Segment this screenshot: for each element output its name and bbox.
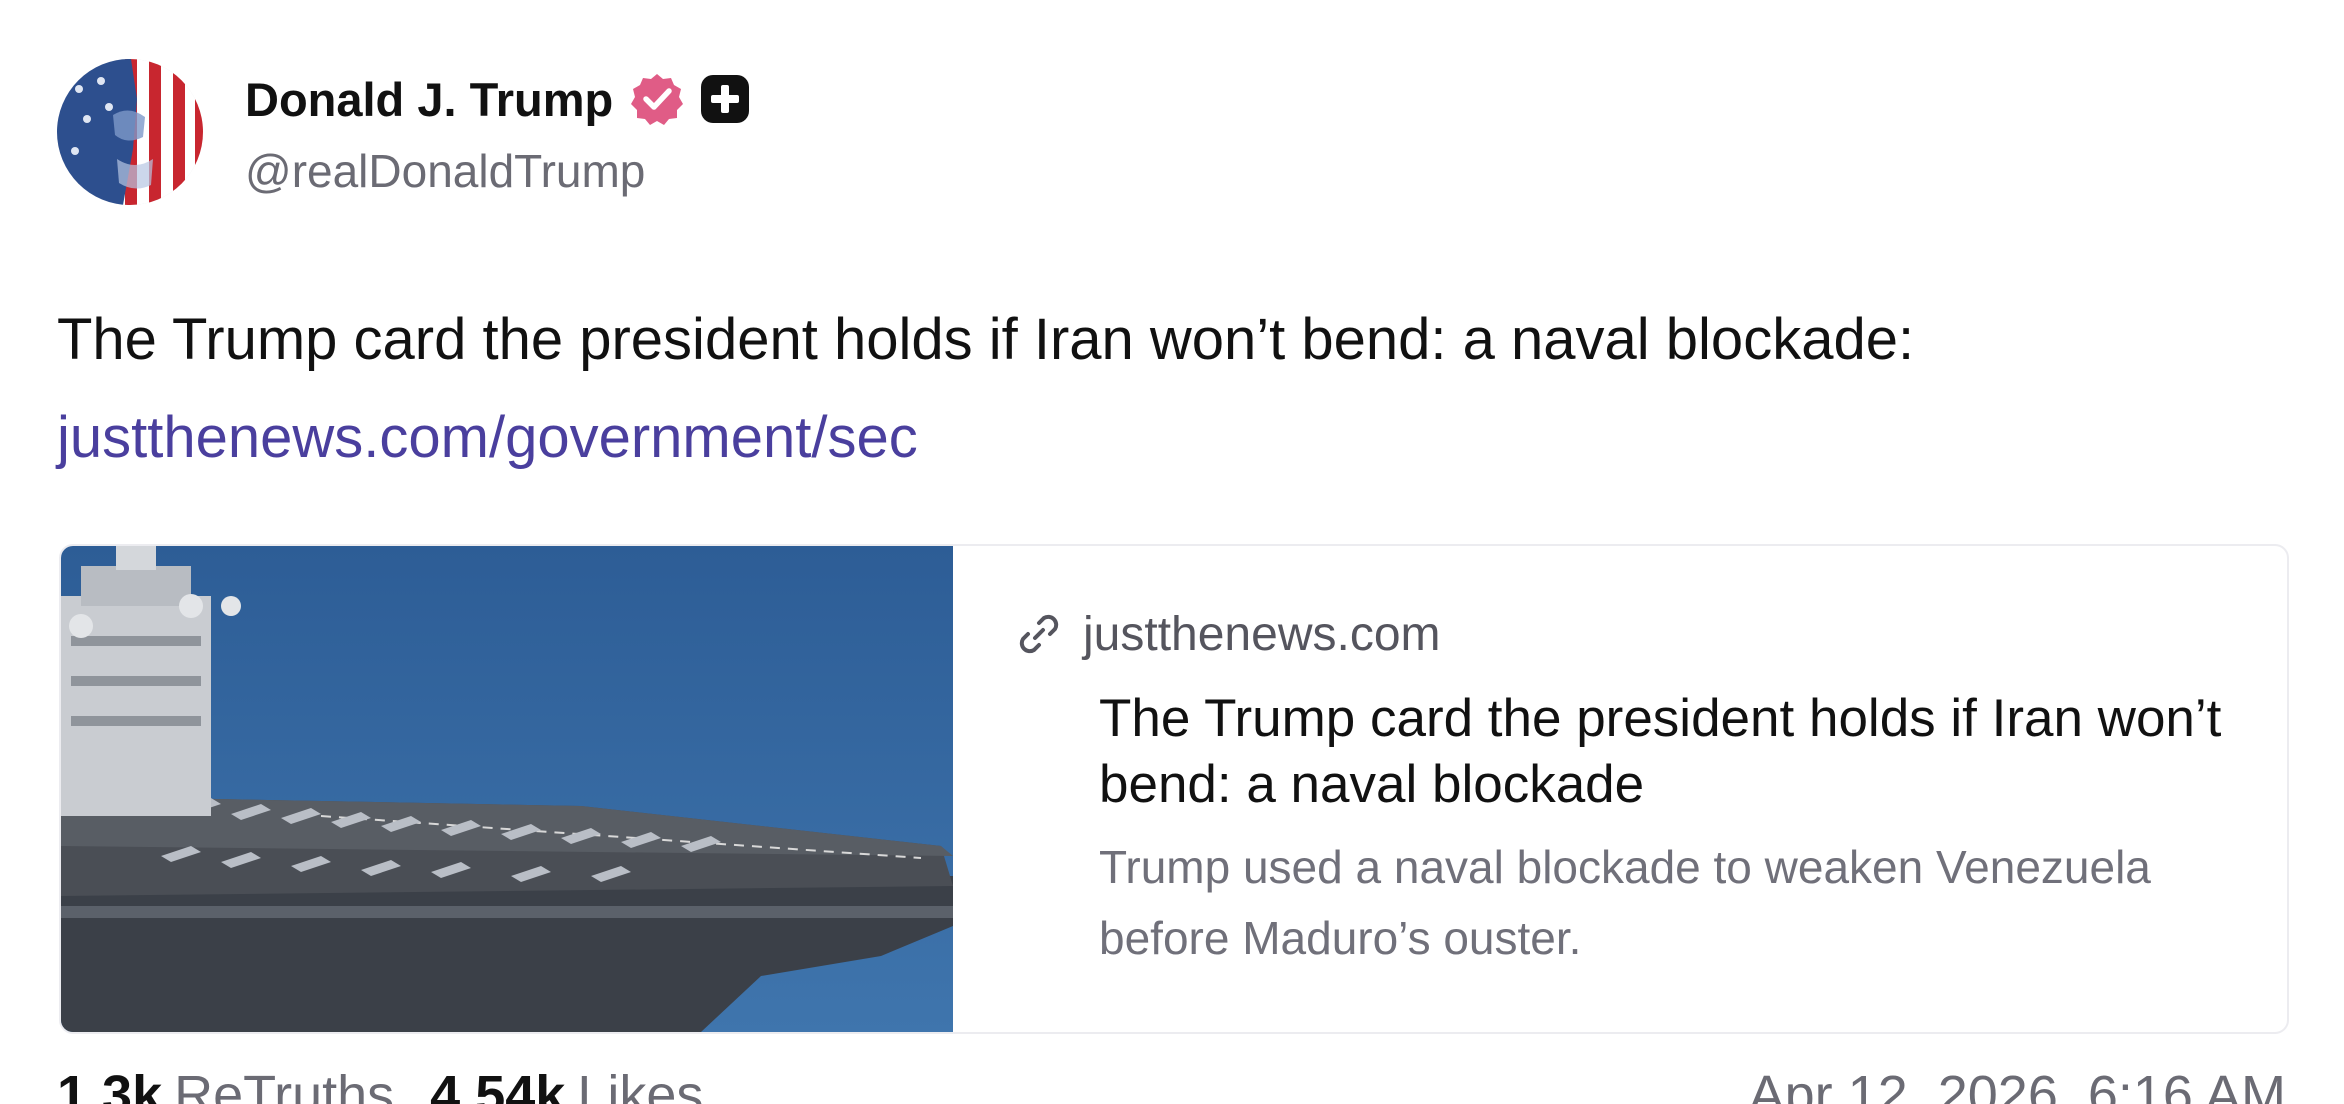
author-name-row: Donald J. Trump bbox=[245, 68, 751, 130]
post-text: The Trump card the president holds if Ir… bbox=[57, 307, 1915, 372]
likes-count[interactable]: 4.54k bbox=[430, 1064, 565, 1104]
link-icon bbox=[1013, 608, 1065, 660]
link-preview-card[interactable]: justthenews.com The Trump card the presi… bbox=[59, 544, 2289, 1034]
card-title: The Trump card the president holds if Ir… bbox=[1099, 689, 2222, 814]
post-timestamp[interactable]: Apr 12, 2026, 6:16 AM bbox=[1749, 1064, 2286, 1104]
card-domain: justthenews.com bbox=[1083, 607, 1441, 661]
display-name[interactable]: Donald J. Trump bbox=[245, 72, 613, 127]
aircraft-carrier-photo bbox=[61, 546, 953, 1032]
card-description: Trump used a naval blockade to weaken Ve… bbox=[1099, 841, 2151, 964]
plus-badge-icon bbox=[699, 73, 751, 125]
post-stats: 1.3k ReTruths 4.54k Likes bbox=[57, 1064, 703, 1104]
retruths-label[interactable]: ReTruths bbox=[174, 1064, 394, 1104]
avatar-flag-portrait-icon bbox=[57, 59, 203, 205]
likes-label[interactable]: Likes bbox=[577, 1064, 703, 1104]
author-handle[interactable]: @realDonaldTrump bbox=[245, 144, 645, 198]
card-domain-row: justthenews.com bbox=[1013, 606, 1441, 662]
retruths-count[interactable]: 1.3k bbox=[57, 1064, 162, 1104]
post-link[interactable]: justthenews.com/government/sec bbox=[57, 403, 918, 473]
avatar[interactable] bbox=[57, 59, 203, 205]
verified-badge-icon bbox=[629, 71, 685, 127]
post-container: Donald J. Trump @realDonaldTrump The Tru… bbox=[0, 0, 2344, 1104]
